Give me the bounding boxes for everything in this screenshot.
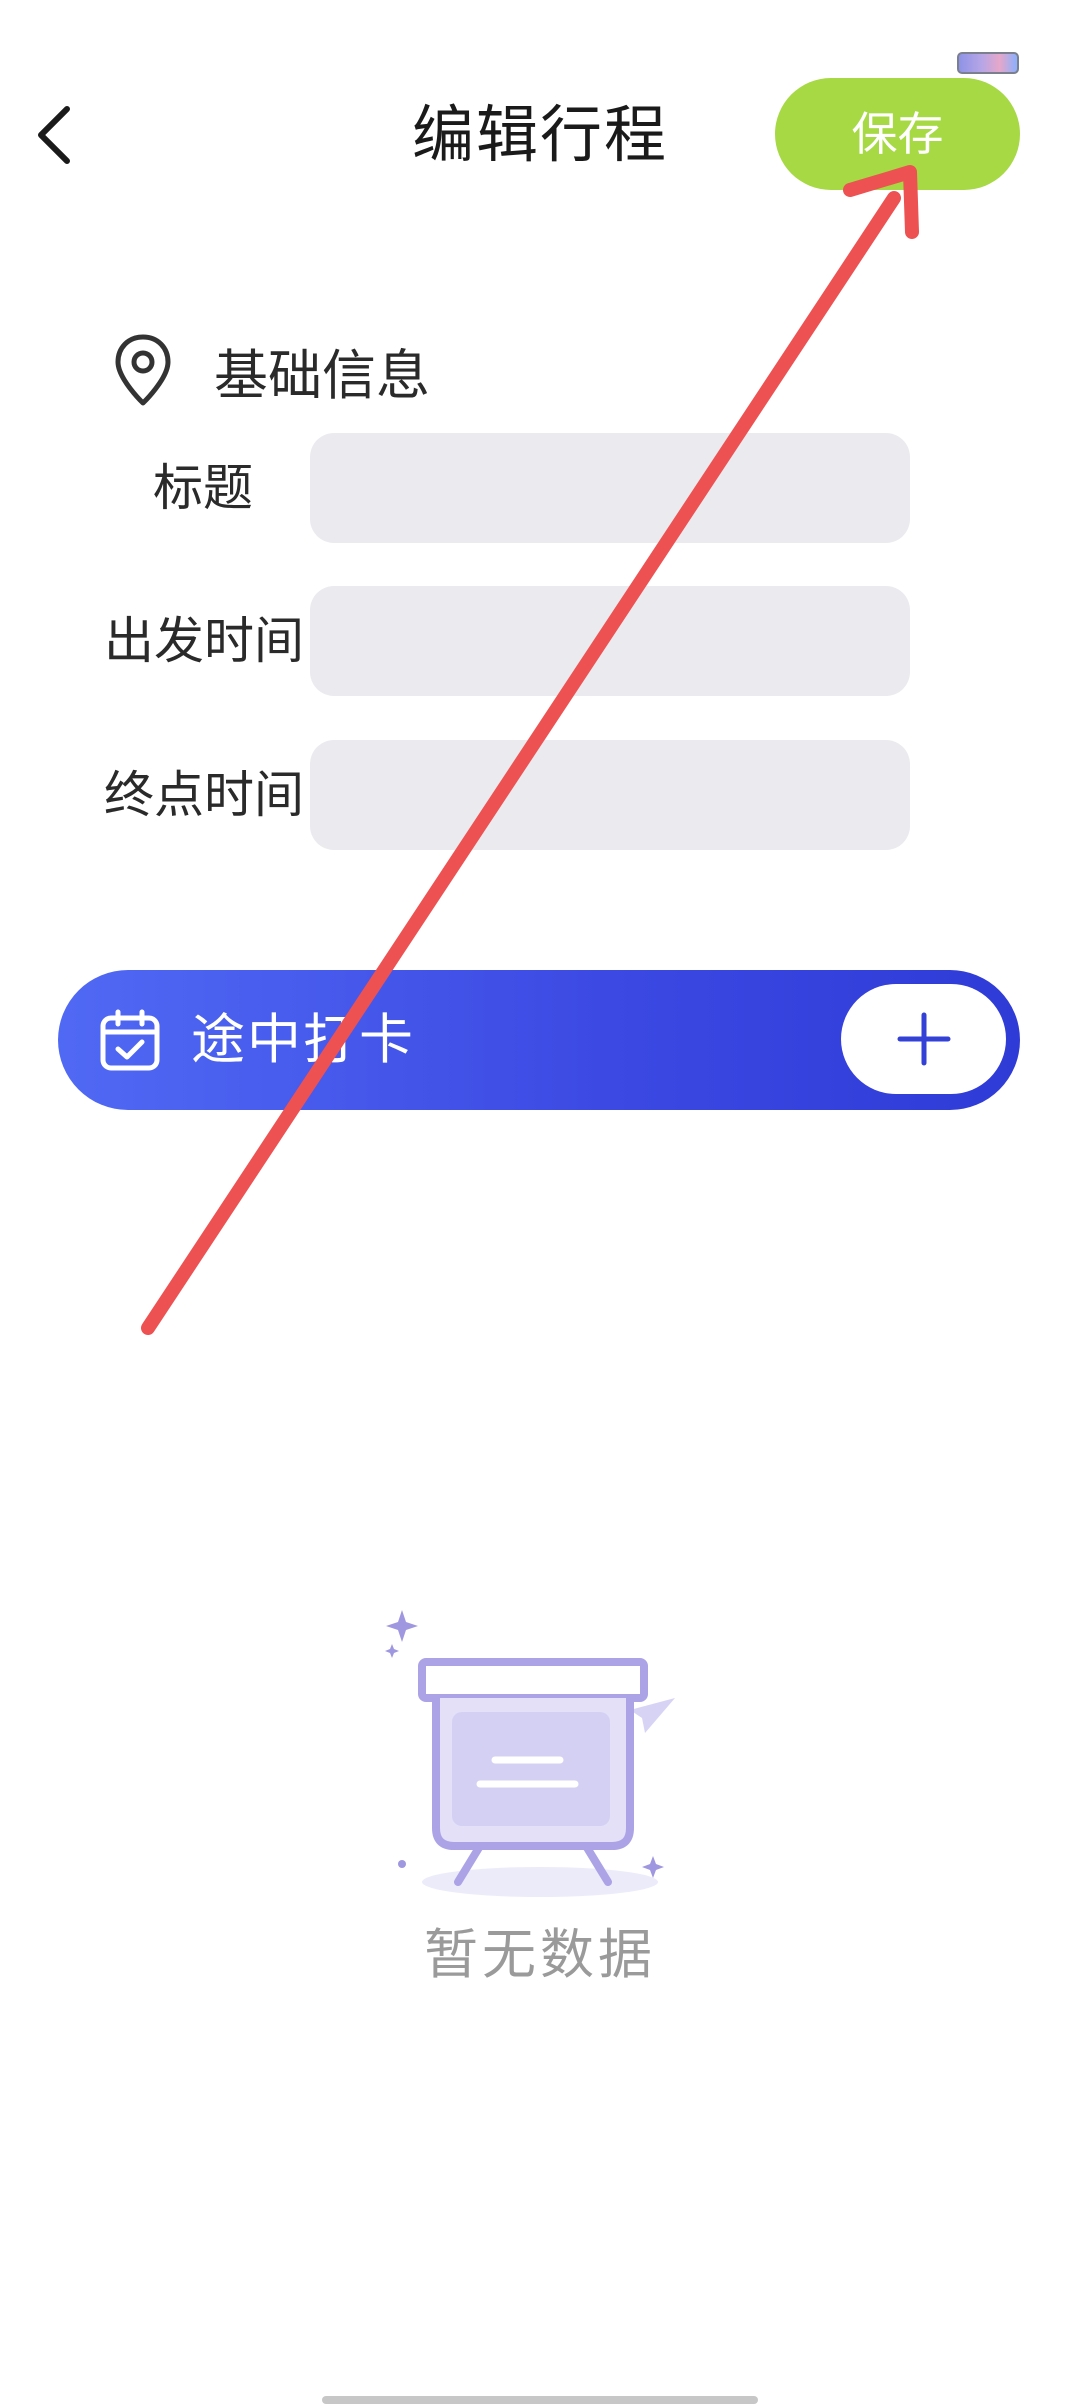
home-indicator xyxy=(322,2396,758,2404)
calendar-check-icon xyxy=(98,1008,162,1072)
section-title: 基础信息 xyxy=(214,343,430,407)
departure-time-input[interactable] xyxy=(310,586,910,696)
add-checkin-button[interactable] xyxy=(841,984,1006,1094)
basic-info-header: 基础信息 xyxy=(110,330,430,410)
plus-icon xyxy=(897,1012,950,1066)
checkin-bar: 途中打卡 xyxy=(58,970,1020,1110)
title-label: 标题 xyxy=(153,459,253,517)
departure-time-label: 出发时间 xyxy=(104,612,304,670)
status-indicator xyxy=(957,52,1019,74)
location-pin-icon xyxy=(110,330,176,410)
title-input[interactable] xyxy=(310,433,910,543)
end-time-input[interactable] xyxy=(310,740,910,850)
end-time-label: 终点时间 xyxy=(104,766,304,824)
empty-state-text: 暂无数据 xyxy=(424,1923,656,1986)
empty-easel-icon xyxy=(380,1600,700,1920)
save-button[interactable]: 保存 xyxy=(775,78,1020,190)
checkin-title: 途中打卡 xyxy=(191,1008,415,1071)
